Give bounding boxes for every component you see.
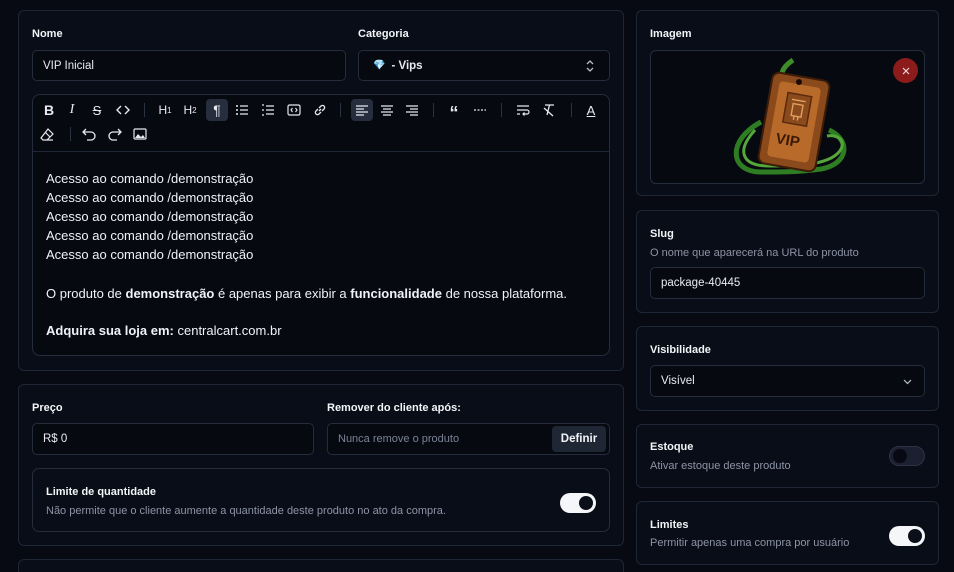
paragraph-suffix: de nossa plataforma. — [441, 286, 568, 301]
bold-feature: funcionalidade — [350, 286, 442, 301]
next-section-card — [18, 559, 624, 572]
toolbar-separator — [70, 127, 71, 141]
toggle-knob — [908, 529, 922, 543]
visibility-value: Visível — [661, 375, 695, 387]
limits-toggle[interactable] — [889, 526, 925, 546]
text-line: Acesso ao comando /demonstração — [46, 171, 254, 186]
eraser-icon[interactable] — [36, 123, 58, 145]
stock-desc: Ativar estoque deste produto — [650, 460, 791, 472]
chevron-updown-icon — [585, 59, 595, 76]
define-button[interactable]: Definir — [552, 426, 606, 452]
quantity-limit-desc: Não permite que o cliente aumente a quan… — [46, 505, 446, 517]
name-input[interactable]: VIP Inicial — [32, 50, 346, 81]
toolbar-separator — [571, 103, 572, 117]
toolbar-separator — [501, 103, 502, 117]
redo-icon[interactable] — [104, 123, 126, 145]
image-dropzone[interactable]: VIP — [650, 50, 925, 184]
slug-desc: O nome que aparecerá na URL do produto — [650, 247, 859, 259]
remove-image-button[interactable] — [893, 58, 918, 83]
undo-icon[interactable] — [78, 123, 100, 145]
slug-label: Slug — [650, 228, 674, 240]
chevron-down-icon — [903, 379, 912, 385]
text-line: Acesso ao comando /demonstração — [46, 247, 254, 262]
wrap-text-icon[interactable] — [512, 99, 534, 121]
description-editor[interactable]: B I S H1 H2 ¶ “ A Acesso ao comando /dem… — [32, 94, 610, 356]
heading-1-icon[interactable]: H1 — [154, 99, 176, 121]
toggle-knob — [893, 449, 907, 463]
link-icon[interactable] — [309, 99, 331, 121]
clear-format-icon[interactable] — [538, 99, 560, 121]
price-label: Preço — [32, 402, 63, 414]
text-line: Acesso ao comando /demonstração — [46, 209, 254, 224]
blockquote-icon[interactable]: “ — [443, 99, 465, 123]
toolbar-separator — [340, 103, 341, 117]
ordered-list-icon[interactable] — [257, 99, 279, 121]
code-block-icon[interactable] — [283, 99, 305, 121]
heading-2-icon[interactable]: H2 — [179, 99, 201, 121]
name-value: VIP Inicial — [43, 59, 94, 72]
vip-tag-image: VIP — [733, 57, 847, 175]
category-label: Categoria — [358, 28, 409, 40]
description-paragraph: O produto de demonstração é apenas para … — [46, 284, 567, 303]
italic-icon[interactable]: I — [61, 99, 83, 121]
image-icon[interactable] — [129, 123, 151, 145]
bullet-list-icon[interactable] — [231, 99, 253, 121]
quantity-limit-toggle[interactable] — [560, 493, 596, 513]
image-label: Imagem — [650, 28, 692, 40]
slug-value: package-40445 — [661, 277, 741, 289]
stock-label: Estoque — [650, 441, 694, 453]
limits-label: Limites — [650, 519, 689, 531]
editor-toolbar: B I S H1 H2 ¶ “ A — [33, 95, 609, 152]
align-right-icon[interactable] — [401, 99, 423, 121]
quantity-limit-panel — [32, 468, 610, 532]
paragraph-mid: é apenas para exibir a — [214, 286, 351, 301]
code-icon[interactable] — [112, 99, 134, 121]
strikethrough-icon[interactable]: S — [86, 99, 108, 121]
store-url: centralcart.com.br — [173, 323, 282, 338]
category-select[interactable]: 💎 - Vips — [358, 50, 610, 81]
category-value: - Vips — [391, 59, 423, 72]
close-icon — [902, 67, 909, 74]
limits-desc: Permitir apenas uma compra por usuário — [650, 537, 850, 549]
slug-input[interactable]: package-40445 — [650, 267, 925, 299]
paragraph-prefix: O produto de — [46, 286, 126, 301]
name-label: Nome — [32, 28, 63, 40]
visibility-label: Visibilidade — [650, 344, 711, 356]
store-label: Adquira sua loja em: — [46, 323, 174, 338]
toolbar-separator — [433, 103, 434, 117]
bold-icon[interactable]: B — [38, 99, 60, 121]
text-line: Acesso ao comando /demonstração — [46, 190, 254, 205]
price-value: R$ 0 — [43, 433, 68, 445]
price-input[interactable]: R$ 0 — [32, 423, 314, 455]
text-color-icon[interactable]: A — [580, 99, 602, 121]
bold-demo: demonstração — [125, 286, 215, 301]
visibility-select[interactable]: Visível — [650, 365, 925, 397]
quantity-limit-title: Limite de quantidade — [46, 486, 157, 498]
paragraph-icon[interactable]: ¶ — [206, 99, 228, 121]
remove-after-placeholder: Nunca remove o produto — [338, 433, 460, 445]
toggle-knob — [579, 496, 593, 510]
diamond-icon: 💎 — [373, 60, 386, 71]
store-paragraph: Adquira sua loja em: centralcart.com.br — [46, 321, 567, 340]
horizontal-rule-icon[interactable] — [469, 99, 491, 121]
editor-content[interactable]: Acesso ao comando /demonstração Acesso a… — [46, 169, 567, 340]
toolbar-separator — [144, 103, 145, 117]
text-line: Acesso ao comando /demonstração — [46, 228, 254, 243]
align-center-icon[interactable] — [376, 99, 398, 121]
stock-toggle[interactable] — [889, 446, 925, 466]
align-left-icon[interactable] — [351, 99, 373, 121]
remove-after-label: Remover do cliente após: — [327, 402, 461, 414]
